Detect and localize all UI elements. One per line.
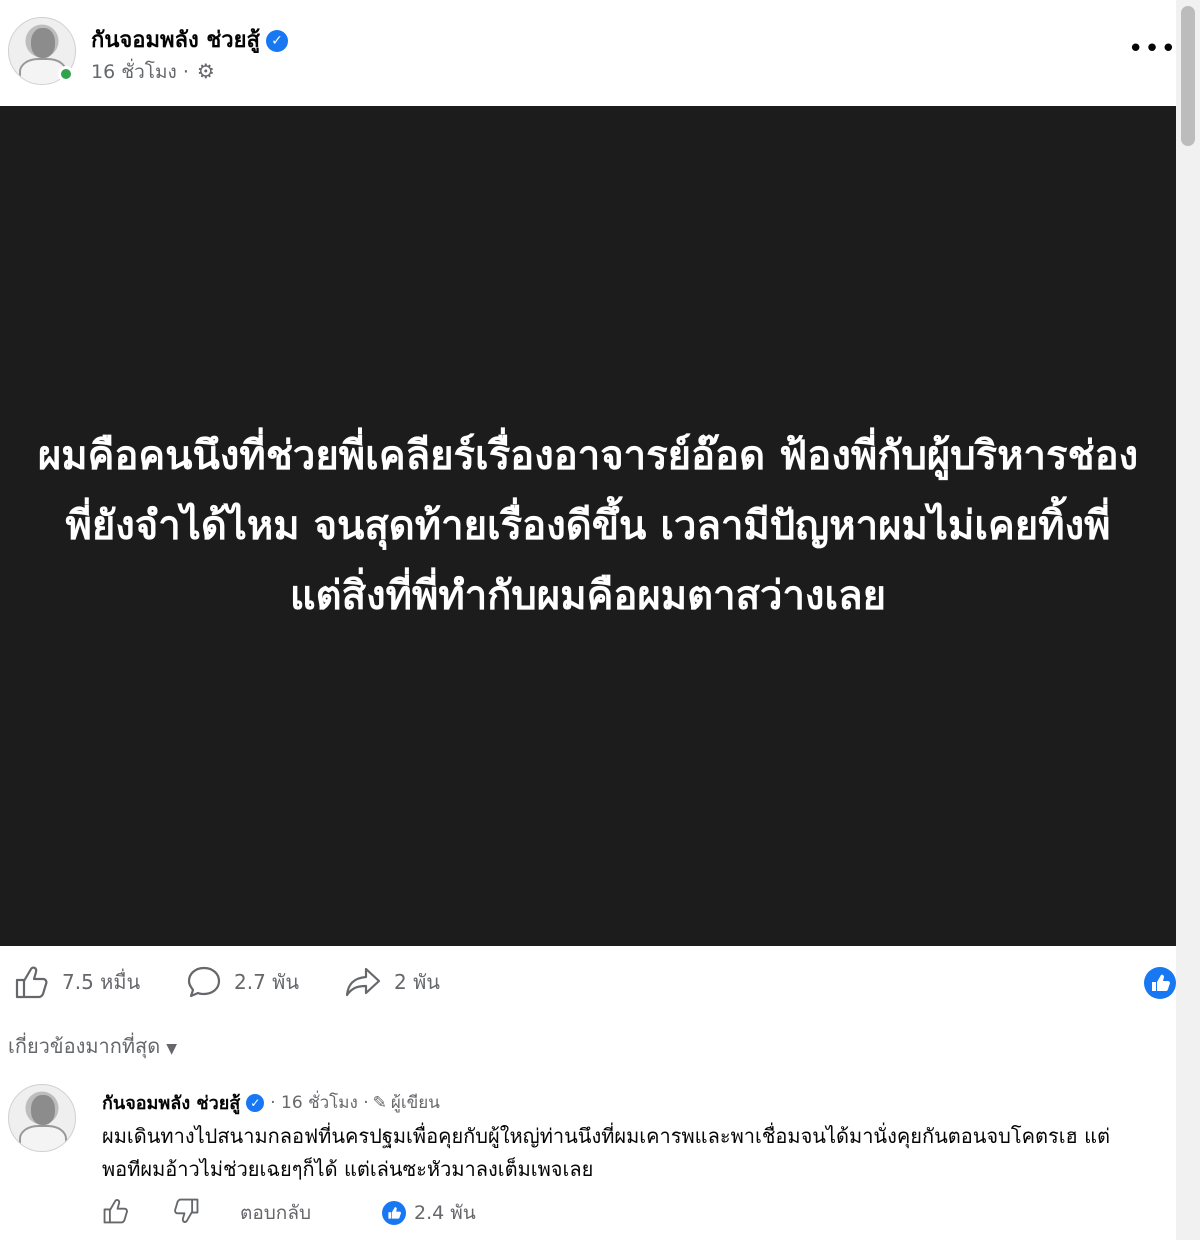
avatar-body: [19, 1125, 67, 1151]
like-icon: [103, 1199, 128, 1224]
comment-count: 2.7 พัน: [234, 970, 300, 994]
share-icon: [345, 967, 381, 997]
comment-dislike-button[interactable]: [172, 1198, 200, 1224]
like-reaction-icon: [382, 1201, 406, 1225]
author-badge: ผู้เขียน: [390, 1093, 440, 1113]
avatar-face: [31, 1095, 55, 1125]
scrollbar-thumb[interactable]: [1181, 6, 1195, 146]
sort-label: เกี่ยวข้องมากที่สุด: [8, 1034, 161, 1058]
comment-icon: [187, 966, 221, 998]
gear-icon[interactable]: ⚙: [197, 59, 215, 83]
comment-author[interactable]: กันจอมพลัง ช่วยสู้: [102, 1088, 240, 1117]
comment-header: กันจอมพลัง ช่วยสู้ ✓ · 16 ชั่วโมง · ✎ ผู…: [102, 1088, 440, 1117]
comment-button[interactable]: 2.7 พัน: [186, 965, 299, 999]
author-name[interactable]: กันจอมพลัง ช่วยสู้: [91, 28, 260, 53]
avatar-face: [31, 28, 55, 58]
share-button[interactable]: 2 พัน: [344, 965, 440, 999]
like-button[interactable]: 7.5 หมื่น: [14, 965, 140, 999]
post-header: กันจอมพลัง ช่วยสู้ ✓ 16 ชั่วโมง · ⚙ •••: [0, 0, 1177, 106]
reply-button[interactable]: ตอบกลับ: [240, 1198, 311, 1228]
author-name-row: กันจอมพลัง ช่วยสู้ ✓: [91, 22, 288, 57]
comment-reactions[interactable]: 2.4 พัน: [382, 1198, 476, 1228]
post-stats-bar: 7.5 หมื่น 2.7 พัน 2 พัน: [0, 955, 1176, 1007]
post-image-text: ผมคือคนนึงที่ช่วยพี่เคลียร์เรื่องอาจารย์…: [37, 433, 1139, 619]
comment-reaction-count: 2.4 พัน: [414, 1202, 476, 1224]
verified-badge-icon: ✓: [246, 1093, 265, 1112]
chevron-down-icon: ▼: [166, 1041, 178, 1057]
like-count: 7.5 หมื่น: [62, 970, 141, 994]
online-status-dot: [58, 66, 74, 82]
post-image[interactable]: ผมคือคนนึงที่ช่วยพี่เคลียร์เรื่องอาจารย์…: [0, 106, 1176, 946]
more-icon[interactable]: •••: [1128, 34, 1177, 64]
comment-text: ผมเดินทางไปสนามกลอฟที่นครปฐมเพื่อคุยกับผ…: [102, 1124, 1110, 1181]
comment-like-button[interactable]: [102, 1198, 130, 1224]
like-icon: [15, 966, 48, 999]
reply-label: ตอบกลับ: [240, 1202, 312, 1224]
reaction-like-icon[interactable]: [1144, 967, 1176, 999]
comment-sort-dropdown[interactable]: เกี่ยวข้องมากที่สุด ▼: [8, 1030, 177, 1062]
pen-icon: ✎: [372, 1092, 387, 1113]
scrollbar[interactable]: [1176, 0, 1200, 1240]
comment-actions: ตอบกลับ 2.4 พัน: [102, 1198, 522, 1230]
verified-badge-icon: ✓: [265, 30, 288, 52]
share-count: 2 พัน: [394, 970, 440, 994]
dislike-icon: [174, 1198, 199, 1223]
post-meta: 16 ชั่วโมง · ⚙: [91, 57, 215, 87]
post-time[interactable]: 16 ชั่วโมง ·: [91, 61, 189, 83]
comment-avatar[interactable]: [8, 1084, 76, 1152]
comment-time[interactable]: · 16 ชั่วโมง ·: [270, 1089, 368, 1116]
